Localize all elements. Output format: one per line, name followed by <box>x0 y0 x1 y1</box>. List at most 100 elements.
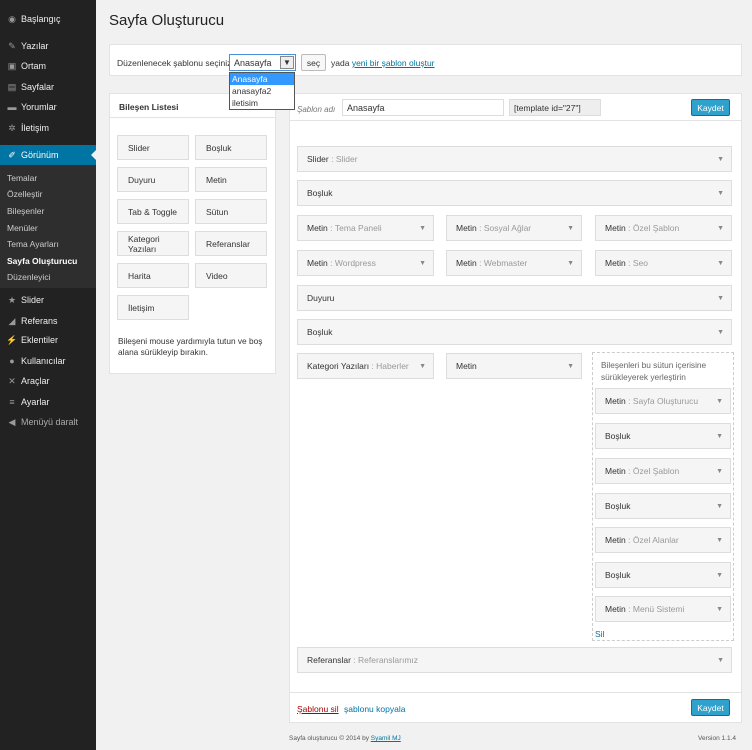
builder-block[interactable]: Metin : Sosyal Ağlar ▼ <box>446 215 582 241</box>
chevron-down-icon[interactable]: ▼ <box>567 260 574 267</box>
component-slider[interactable]: Slider <box>117 135 189 160</box>
component-list-panel: Bileşen Listesi Slider Boşluk Duyuru Met… <box>109 93 276 374</box>
template-dropdown[interactable]: Anasayfa anasayfa2 iletisim <box>229 72 295 110</box>
new-template-link[interactable]: yeni bir şablon oluştur <box>352 58 435 68</box>
megaphone-icon: ◢ <box>8 315 16 326</box>
chevron-down-icon[interactable]: ▼ <box>567 363 574 370</box>
menu-pages[interactable]: ▤ Sayfalar <box>0 77 96 97</box>
component-map[interactable]: Harita <box>117 263 189 288</box>
chevron-down-icon[interactable]: ▼ <box>419 225 426 232</box>
select-button[interactable]: seç <box>301 54 326 71</box>
menu-reference[interactable]: ◢ Referans <box>0 311 96 331</box>
block-title: : Sosyal Ağlar <box>476 223 532 233</box>
component-category-posts[interactable]: Kategori Yazıları <box>117 231 189 256</box>
builder-block[interactable]: Referanslar : Referanslarımız ▼ <box>297 647 732 673</box>
menu-dashboard[interactable]: ◉ Başlangıç <box>0 9 96 29</box>
column-block[interactable]: Metin : Özel Şablon ▼ <box>595 458 731 484</box>
menu-posts[interactable]: ✎ Yazılar <box>0 36 96 56</box>
column-block[interactable]: Metin : Menü Sistemi ▼ <box>595 596 731 622</box>
builder-block[interactable]: Slider : Slider ▼ <box>297 146 732 172</box>
builder-footer: Şablonu sil şablonu kopyala Kaydet <box>290 692 741 722</box>
menu-slider[interactable]: ★ Slider <box>0 290 96 310</box>
column-block[interactable]: Boşluk ▼ <box>595 423 731 449</box>
menu-users[interactable]: ● Kullanıcılar <box>0 351 96 371</box>
builder-block[interactable]: Metin ▼ <box>446 353 582 379</box>
submenu-page-builder[interactable]: Sayfa Oluşturucu <box>7 256 77 266</box>
column-block[interactable]: Boşluk ▼ <box>595 493 731 519</box>
submenu-editor[interactable]: Düzenleyici <box>7 272 50 282</box>
or-new-template: yada yeni bir şablon oluştur <box>331 58 435 68</box>
block-type: Metin <box>456 258 477 268</box>
block-title: : Referanslarımız <box>350 655 419 665</box>
menu-plugins[interactable]: ⚡ Eklentiler <box>0 330 96 350</box>
menu-comments[interactable]: ▬ Yorumlar <box>0 97 96 117</box>
submenu-customize[interactable]: Özelleştir <box>7 189 42 199</box>
builder-block[interactable]: Metin : Seo ▼ <box>595 250 732 276</box>
dropdown-option[interactable]: iletisim <box>230 97 294 109</box>
component-video[interactable]: Video <box>195 263 267 288</box>
component-contact[interactable]: İletişim <box>117 295 189 320</box>
component-text[interactable]: Metin <box>195 167 267 192</box>
template-shortcode[interactable]: [template id="27"] <box>509 99 601 116</box>
component-tab-toggle[interactable]: Tab & Toggle <box>117 199 189 224</box>
builder-block[interactable]: Kategori Yazıları : Haberler ▼ <box>297 353 434 379</box>
block-title: : Menü Sistemi <box>625 604 685 614</box>
chevron-down-icon[interactable]: ▼ <box>717 260 724 267</box>
chevron-down-icon[interactable]: ▼ <box>716 537 723 544</box>
builder-block[interactable]: Metin : Webmaster ▼ <box>446 250 582 276</box>
column-block[interactable]: Metin : Özel Alanlar ▼ <box>595 527 731 553</box>
block-type: Kategori Yazıları <box>307 361 370 371</box>
menu-tools[interactable]: ✕ Araçlar <box>0 371 96 391</box>
chevron-down-icon[interactable]: ▼ <box>716 468 723 475</box>
chevron-down-icon[interactable]: ▼ <box>717 156 724 163</box>
builder-block[interactable]: Metin : Özel Şablon ▼ <box>595 215 732 241</box>
submenu-themes[interactable]: Temalar <box>7 173 37 183</box>
block-type: Boşluk <box>605 501 631 511</box>
chevron-down-icon[interactable]: ▼ <box>716 503 723 510</box>
menu-contact[interactable]: ✲ İletişim <box>0 118 96 138</box>
submenu-theme-settings[interactable]: Tema Ayarları <box>7 239 59 249</box>
template-name-input[interactable]: Anasayfa <box>342 99 504 116</box>
component-spacer[interactable]: Boşluk <box>195 135 267 160</box>
menu-appearance[interactable]: ✐ Görünüm <box>0 145 96 165</box>
column-block[interactable]: Metin : Sayfa Oluşturucu ▼ <box>595 388 731 414</box>
builder-block[interactable]: Metin : Tema Paneli ▼ <box>297 215 434 241</box>
builder-block[interactable]: Duyuru ▼ <box>297 285 732 311</box>
author-link[interactable]: Syamil MJ <box>371 735 401 742</box>
dropdown-option[interactable]: Anasayfa <box>230 73 294 85</box>
submenu-widgets[interactable]: Bileşenler <box>7 206 44 216</box>
save-button-bottom[interactable]: Kaydet <box>691 699 730 716</box>
delete-template-link[interactable]: Şablonu sil <box>297 704 339 714</box>
submenu-menus[interactable]: Menüler <box>7 223 38 233</box>
chevron-down-icon[interactable]: ▼ <box>716 398 723 405</box>
menu-media[interactable]: ▣ Ortam <box>0 56 96 76</box>
chevron-down-icon[interactable]: ▼ <box>717 295 724 302</box>
chevron-down-icon[interactable]: ▼ <box>716 572 723 579</box>
chevron-down-icon[interactable]: ▼ <box>419 260 426 267</box>
builder-block[interactable]: Boşluk ▼ <box>297 319 732 345</box>
menu-collapse[interactable]: ◀ Menüyü daralt <box>0 412 96 432</box>
chevron-down-icon[interactable]: ▼ <box>717 329 724 336</box>
menu-settings[interactable]: ≡ Ayarlar <box>0 392 96 412</box>
component-column[interactable]: Sütun <box>195 199 267 224</box>
chevron-down-icon[interactable]: ▼ <box>280 56 294 69</box>
dropdown-option[interactable]: anasayfa2 <box>230 85 294 97</box>
chevron-down-icon[interactable]: ▼ <box>717 225 724 232</box>
chevron-down-icon[interactable]: ▼ <box>567 225 574 232</box>
column-delete-link[interactable]: Sil <box>595 629 604 639</box>
save-button-top[interactable]: Kaydet <box>691 99 730 116</box>
block-type: Boşluk <box>605 570 631 580</box>
builder-block[interactable]: Metin : Wordpress ▼ <box>297 250 434 276</box>
chevron-down-icon[interactable]: ▼ <box>717 657 724 664</box>
chevron-down-icon[interactable]: ▼ <box>716 606 723 613</box>
template-select[interactable]: Anasayfa ▼ <box>229 54 296 71</box>
chevron-down-icon[interactable]: ▼ <box>419 363 426 370</box>
builder-block[interactable]: Boşluk ▼ <box>297 180 732 206</box>
copy-template-link[interactable]: şablonu kopyala <box>344 704 405 714</box>
column-dropzone[interactable]: Bileşenleri bu sütun içerisine sürükleye… <box>592 352 734 641</box>
chevron-down-icon[interactable]: ▼ <box>717 190 724 197</box>
component-references[interactable]: Referanslar <box>195 231 267 256</box>
column-block[interactable]: Boşluk ▼ <box>595 562 731 588</box>
chevron-down-icon[interactable]: ▼ <box>716 433 723 440</box>
component-notice[interactable]: Duyuru <box>117 167 189 192</box>
